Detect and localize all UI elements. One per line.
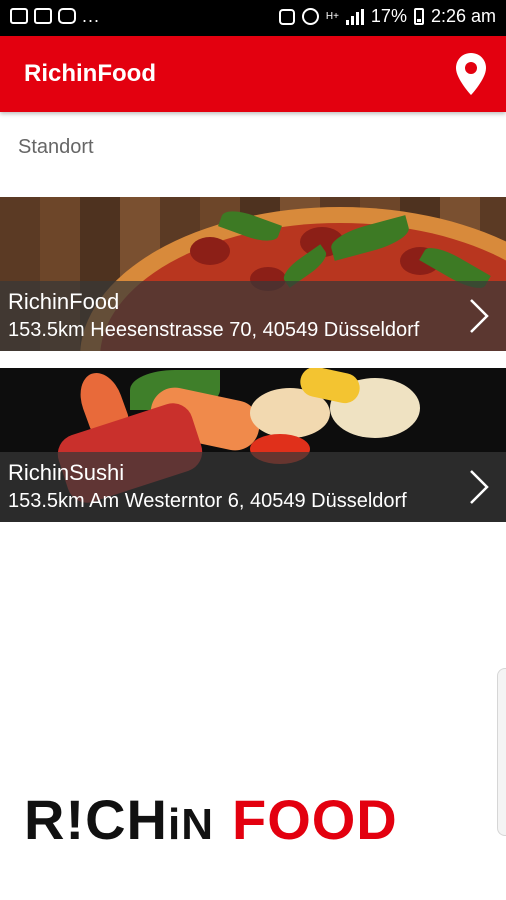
- location-pin-icon[interactable]: [454, 52, 488, 96]
- instagram-icon: [58, 8, 76, 24]
- overflow-indicator: ...: [82, 6, 101, 26]
- notification-icons: ...: [10, 6, 101, 26]
- restaurant-card-richinfood[interactable]: RichinFood 153.5km Heesenstrasse 70, 405…: [0, 197, 506, 351]
- gallery-icon: [34, 8, 52, 24]
- system-icons: H+ 17% 2:26 am: [278, 6, 496, 27]
- edge-panel-handle[interactable]: [497, 668, 506, 836]
- alarm-icon: [301, 8, 319, 25]
- app-title: RichinFood: [24, 60, 156, 87]
- chevron-right-icon[interactable]: [468, 469, 490, 505]
- location-label: Standort: [18, 136, 94, 158]
- lock-icon: [278, 8, 295, 25]
- brand-logo: R!CHiN FOOD: [24, 788, 398, 851]
- chevron-right-icon[interactable]: [468, 298, 490, 334]
- battery-icon: [413, 8, 424, 25]
- restaurant-name: RichinSushi: [8, 460, 125, 485]
- gmail-icon: [10, 8, 28, 24]
- battery-percent: 17%: [370, 6, 407, 26]
- card-info-overlay: RichinSushi 153.5km Am Westerntor 6, 405…: [0, 452, 506, 522]
- card-info-overlay: RichinFood 153.5km Heesenstrasse 70, 405…: [0, 281, 506, 351]
- restaurant-card-richinsushi[interactable]: RichinSushi 153.5km Am Westerntor 6, 405…: [0, 368, 506, 522]
- status-bar: ... H+ 17% 2:26 am: [0, 0, 506, 36]
- restaurant-address: 153.5km Heesenstrasse 70, 40549 Düsseldo…: [8, 319, 420, 341]
- hd-icon: H+: [325, 10, 339, 22]
- restaurant-address: 153.5km Am Westerntor 6, 40549 Düsseldor…: [8, 490, 407, 512]
- signal-icon: [345, 8, 364, 25]
- app-bar: RichinFood: [0, 36, 506, 112]
- restaurant-name: RichinFood: [8, 289, 120, 314]
- clock: 2:26 am: [430, 6, 496, 26]
